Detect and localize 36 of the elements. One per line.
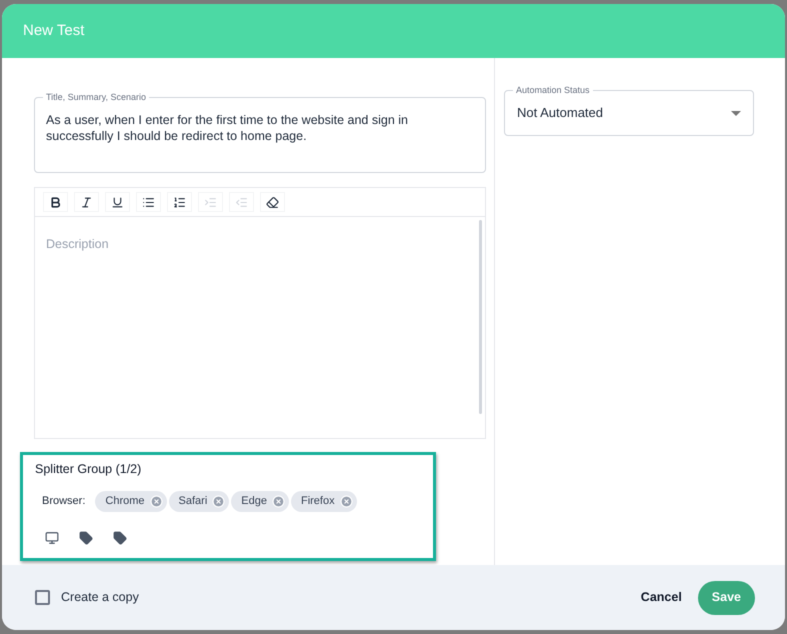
- bullet-list-icon: [142, 196, 155, 208]
- bullets-button[interactable]: [136, 192, 161, 212]
- browser-chip[interactable]: Firefox: [290, 490, 357, 512]
- numbered-list-icon: [173, 196, 186, 208]
- eraser-icon: [266, 196, 279, 208]
- bold-button[interactable]: [43, 192, 68, 212]
- tag-icon[interactable]: [113, 530, 127, 545]
- cancel-button[interactable]: Cancel: [636, 580, 686, 614]
- field-label: Title, Summary, Scenario: [43, 91, 150, 104]
- outdent-icon: [235, 196, 248, 208]
- numbers-button[interactable]: [167, 192, 192, 212]
- italic-button[interactable]: [74, 192, 99, 212]
- remove-icon[interactable]: [212, 494, 226, 508]
- field-value: As a user, when I enter for the first time to the website and sign in successfully I should be redirect to home page.: [46, 112, 409, 144]
- browser-chip[interactable]: Chrome: [95, 490, 167, 512]
- indent-icon: [204, 196, 217, 208]
- checkbox[interactable]: [35, 590, 50, 605]
- tag-icon[interactable]: [79, 530, 93, 545]
- bold-icon: [49, 196, 62, 208]
- remove-icon[interactable]: [340, 494, 353, 508]
- browser-chip[interactable]: Safari: [168, 490, 230, 512]
- remove-icon[interactable]: [272, 494, 285, 508]
- eraser-button[interactable]: [260, 192, 285, 212]
- underline-button[interactable]: [105, 192, 130, 212]
- select-value: Not Automated: [517, 104, 603, 122]
- monitor-icon[interactable]: [45, 530, 59, 545]
- browser-chip[interactable]: Edge: [231, 490, 289, 512]
- group-title: Splitter Group (1/2): [35, 461, 142, 478]
- browser-label: Browser:: [42, 494, 86, 509]
- scrollbar[interactable]: [479, 220, 482, 414]
- remove-icon[interactable]: [150, 494, 163, 508]
- underline-icon: [111, 196, 124, 208]
- dialog-title: New Test: [23, 20, 84, 41]
- checkbox-label: Create a copy: [61, 589, 139, 606]
- dropdown-caret-icon: [731, 110, 741, 116]
- italic-icon: [80, 196, 93, 208]
